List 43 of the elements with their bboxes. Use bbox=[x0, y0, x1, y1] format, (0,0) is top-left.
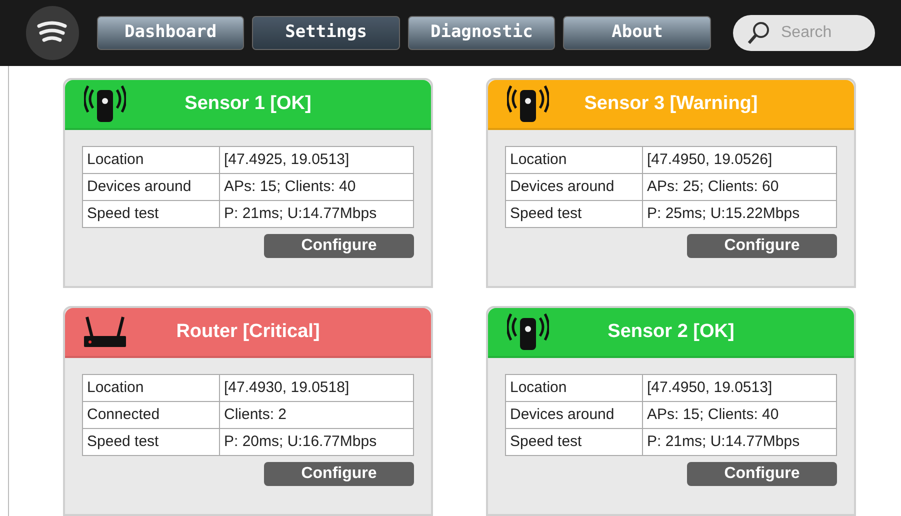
router-icon bbox=[83, 315, 127, 349]
search-icon bbox=[747, 21, 771, 45]
signal-waves-icon bbox=[37, 21, 68, 45]
table-cell: Location bbox=[82, 374, 220, 402]
wireless-sensor-icon bbox=[84, 84, 126, 124]
table-cell: Devices around bbox=[82, 174, 220, 200]
table-cell: APs: 25; Clients: 60 bbox=[642, 174, 836, 200]
nav-tab[interactable]: Dashboard bbox=[96, 16, 244, 50]
table-cell: [47.4950, 19.0526] bbox=[642, 146, 836, 174]
table-cell: APs: 15; Clients: 40 bbox=[220, 174, 414, 200]
table-cell: P: 25ms; U:15.22Mbps bbox=[642, 200, 836, 228]
configure-button[interactable]: Configure bbox=[687, 234, 837, 258]
table-cell: Location bbox=[82, 146, 220, 174]
nav-tab[interactable]: Settings bbox=[252, 16, 400, 50]
configure-button[interactable]: Configure bbox=[264, 234, 414, 258]
table-cell: [47.4950, 19.0513] bbox=[642, 374, 836, 402]
table-cell: Speed test bbox=[82, 200, 220, 228]
table-cell: P: 20ms; U:16.77Mbps bbox=[220, 428, 414, 456]
card-title: Sensor 1 [OK] bbox=[184, 92, 312, 116]
table-cell: Devices around bbox=[506, 402, 642, 428]
table-cell: Location bbox=[506, 374, 642, 402]
wireless-sensor-icon bbox=[507, 84, 549, 124]
table-cell: [47.4930, 19.0518] bbox=[220, 374, 414, 402]
table-cell: Connected bbox=[82, 402, 220, 428]
table-cell: Speed test bbox=[82, 428, 220, 456]
configure-button[interactable]: Configure bbox=[264, 462, 414, 486]
wireless-sensor-icon bbox=[507, 312, 549, 352]
search-field[interactable]: Search bbox=[733, 15, 875, 51]
nav-tab[interactable]: About bbox=[563, 16, 711, 50]
nav-tab[interactable]: Diagnostic bbox=[408, 16, 556, 50]
table-cell: Speed test bbox=[506, 200, 642, 228]
table-cell: Clients: 2 bbox=[220, 402, 414, 428]
table-cell: P: 21ms; U:14.77Mbps bbox=[642, 428, 836, 456]
card-title: Router [Critical] bbox=[175, 320, 321, 344]
table-cell: [47.4925, 19.0513] bbox=[220, 146, 414, 174]
table-cell: Location bbox=[506, 146, 642, 174]
card-title: Sensor 3 [Warning] bbox=[583, 92, 759, 116]
table-cell: APs: 15; Clients: 40 bbox=[642, 402, 836, 428]
card-title: Sensor 2 [OK] bbox=[606, 320, 736, 344]
configure-button[interactable]: Configure bbox=[687, 462, 837, 486]
table-cell: Devices around bbox=[506, 174, 642, 200]
table-cell: P: 21ms; U:14.77Mbps bbox=[220, 200, 414, 228]
table-cell: Speed test bbox=[506, 428, 642, 456]
